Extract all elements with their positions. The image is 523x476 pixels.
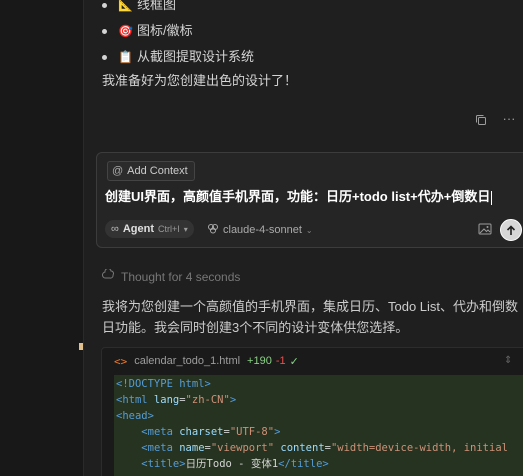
list-item-text: 线框图 — [137, 0, 177, 12]
model-name: claude-4-sonnet — [223, 224, 302, 236]
chevron-down-icon: ▾ — [183, 224, 188, 234]
ruler-icon: 📐 — [118, 0, 133, 12]
code-line: <meta charset="UTF-8"> — [141, 426, 281, 438]
code-line: <!DOCTYPE html> — [116, 378, 211, 390]
agent-mode-selector[interactable]: ∞ Agent Ctrl+I ▾ — [105, 220, 194, 238]
list-item: 📐 线框图 — [102, 0, 254, 18]
chat-composer: @ Add Context 创建UI界面，高颜值手机界面，功能：日历+todo … — [96, 152, 523, 248]
more-options-icon[interactable]: ··· — [502, 112, 516, 127]
chevron-down-icon: ⌄ — [305, 225, 313, 235]
arrow-up-icon — [506, 224, 516, 235]
text-caret — [491, 190, 493, 205]
copy-icon[interactable] — [474, 113, 488, 127]
model-selector[interactable]: claude-4-sonnet ⌄ — [207, 223, 313, 237]
list-item-text: 从截图提取设计系统 — [137, 49, 255, 64]
code-line: <meta name="viewport" content="width=dev… — [141, 442, 508, 454]
reply-line: 日功能。我会同时创建3个不同的设计变体供您选择。 — [102, 320, 409, 335]
lines-added: +190 — [247, 355, 272, 367]
send-button[interactable] — [500, 219, 522, 241]
list-item: 🎯 图标/徽标 — [102, 18, 254, 44]
add-context-label: Add Context — [127, 165, 188, 177]
chat-panel: 📐 线框图 🎯 图标/徽标 📋 从截图提取设计系统 我准备好为您创建出色的设计了！ ·… — [84, 0, 523, 476]
agent-shortcut: Ctrl+I — [158, 224, 180, 234]
thought-icon — [101, 267, 115, 284]
list-item: 📋 从截图提取设计系统 — [102, 44, 254, 70]
add-context-button[interactable]: @ Add Context — [107, 161, 195, 181]
infinity-icon: ∞ — [111, 223, 119, 235]
list-item-text: 图标/徽标 — [137, 23, 193, 38]
clipboard-icon: 📋 — [118, 50, 133, 64]
html-file-icon: <> — [114, 354, 128, 368]
prompt-input[interactable]: 创建UI界面，高颜值手机界面，功能：日历+todo list+代办+倒数日 — [105, 186, 493, 205]
image-icon[interactable] — [478, 223, 492, 235]
thought-text: Thought for 4 seconds — [121, 269, 241, 284]
expand-icon[interactable]: ⇕ — [504, 355, 512, 366]
lines-removed: -1 — [275, 355, 286, 367]
thought-indicator[interactable]: Thought for 4 seconds — [101, 267, 241, 284]
code-line: <head> — [116, 410, 154, 422]
reply-line: 我将为您创建一个高颜值的手机界面，集成日历、Todo List、代办和倒数 — [102, 299, 519, 314]
ready-message: 我准备好为您创建出色的设计了！ — [102, 73, 298, 88]
file-name: calendar_todo_1.html — [134, 355, 241, 367]
feature-list: 📐 线框图 🎯 图标/徽标 📋 从截图提取设计系统 — [102, 0, 254, 70]
check-icon: ✓ — [289, 355, 299, 368]
at-sign-icon: @ — [112, 165, 124, 177]
code-line: <html lang="zh-CN"> — [116, 394, 237, 406]
code-preview: <!DOCTYPE html> <html lang="zh-CN"> <head>… — [114, 375, 523, 476]
assistant-reply: 我将为您创建一个高颜值的手机界面，集成日历、Todo List、代办和倒数 日功… — [102, 296, 522, 338]
modified-line-marker — [79, 343, 83, 350]
file-header[interactable]: <> calendar_todo_1.html +190 -1 ✓ ⇕ — [102, 348, 523, 374]
brain-icon — [207, 223, 219, 237]
agent-label: Agent — [122, 223, 155, 235]
target-icon: 🎯 — [118, 24, 133, 38]
editor-gutter — [0, 0, 84, 476]
prompt-text: 创建UI界面，高颜值手机界面，功能：日历+todo list+代办+倒数日 — [105, 189, 491, 204]
code-line: <title>日历Todo - 变体1</title> — [141, 458, 329, 470]
code-edit-card: <> calendar_todo_1.html +190 -1 ✓ ⇕ <!DO… — [101, 347, 523, 476]
